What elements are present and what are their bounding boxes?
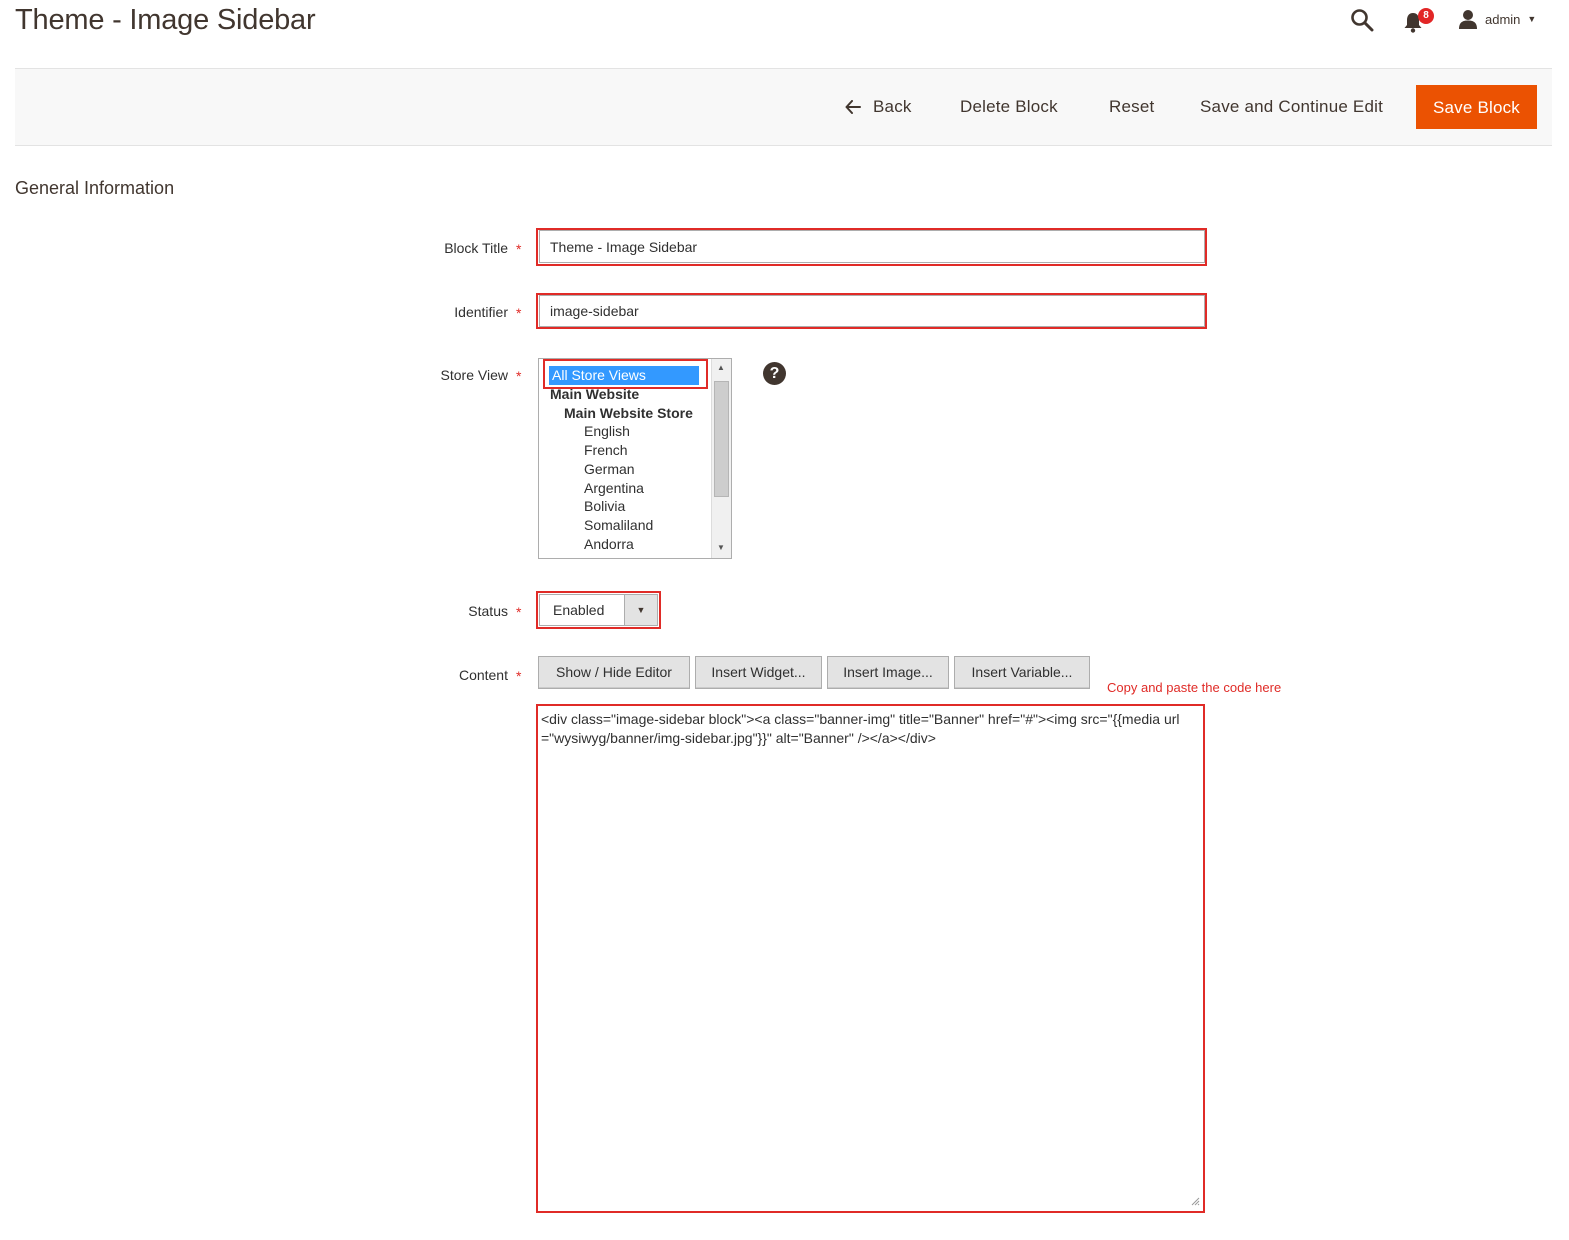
store-option-english[interactable]: English xyxy=(584,422,630,441)
store-option-argentina[interactable]: Argentina xyxy=(584,479,644,498)
resize-handle-icon[interactable] xyxy=(1190,1196,1200,1206)
required-marker: * xyxy=(516,368,522,384)
save-block-button[interactable]: Save Block xyxy=(1416,85,1537,129)
store-option-andorra[interactable]: Andorra xyxy=(584,535,634,554)
block-title-input[interactable] xyxy=(539,230,1205,263)
admin-username: admin xyxy=(1485,11,1521,27)
block-title-label: Block Title xyxy=(444,240,508,256)
scroll-up-icon[interactable]: ▲ xyxy=(717,363,725,372)
store-option-bolivia[interactable]: Bolivia xyxy=(584,497,625,516)
save-and-continue-button[interactable]: Save and Continue Edit xyxy=(1200,85,1383,129)
content-textarea[interactable]: <div class="image-sidebar block"><a clas… xyxy=(539,707,1202,1210)
admin-user-menu[interactable]: admin ▼ xyxy=(1458,8,1536,30)
store-option-french[interactable]: French xyxy=(584,441,628,460)
section-title: General Information xyxy=(15,178,175,198)
notifications-count-badge: 8 xyxy=(1418,8,1434,24)
identifier-input[interactable] xyxy=(539,295,1205,327)
insert-image-button[interactable]: Insert Image... xyxy=(827,656,949,689)
back-button[interactable]: Back xyxy=(845,85,912,129)
insert-widget-button[interactable]: Insert Widget... xyxy=(695,656,822,689)
store-view-label: Store View xyxy=(440,367,508,383)
reset-button[interactable]: Reset xyxy=(1109,85,1154,129)
notifications-button[interactable]: 8 xyxy=(1403,8,1437,34)
arrow-left-icon xyxy=(845,100,861,114)
user-icon xyxy=(1459,10,1477,29)
page-title: Theme - Image Sidebar xyxy=(15,4,316,36)
store-option-german[interactable]: German xyxy=(584,460,635,479)
multiselect-scrollbar[interactable]: ▲ ▼ xyxy=(711,359,731,558)
help-icon[interactable]: ? xyxy=(763,362,786,385)
scrollbar-thumb[interactable] xyxy=(714,381,729,497)
annotation-note: Copy and paste the code here xyxy=(1107,680,1282,695)
delete-block-button[interactable]: Delete Block xyxy=(960,85,1058,129)
identifier-label: Identifier xyxy=(454,304,508,320)
search-icon[interactable] xyxy=(1350,8,1374,32)
required-marker: * xyxy=(516,305,522,321)
back-label: Back xyxy=(873,97,912,116)
highlight-box xyxy=(536,591,661,629)
insert-variable-button[interactable]: Insert Variable... xyxy=(954,656,1090,689)
scroll-down-icon[interactable]: ▼ xyxy=(717,543,725,552)
show-hide-editor-button[interactable]: Show / Hide Editor xyxy=(538,656,690,689)
content-label: Content xyxy=(458,667,508,683)
required-marker: * xyxy=(516,604,522,620)
store-option-group-main-website-store: Main Website Store xyxy=(564,405,693,421)
required-marker: * xyxy=(516,668,522,684)
highlight-box xyxy=(543,359,708,389)
store-option-somaliland[interactable]: Somaliland xyxy=(584,516,653,535)
required-marker: * xyxy=(516,241,522,257)
status-label: Status xyxy=(468,603,508,619)
caret-down-icon: ▼ xyxy=(1527,14,1537,24)
page-actions-bar: Back Delete Block Reset Save and Continu… xyxy=(15,68,1552,146)
